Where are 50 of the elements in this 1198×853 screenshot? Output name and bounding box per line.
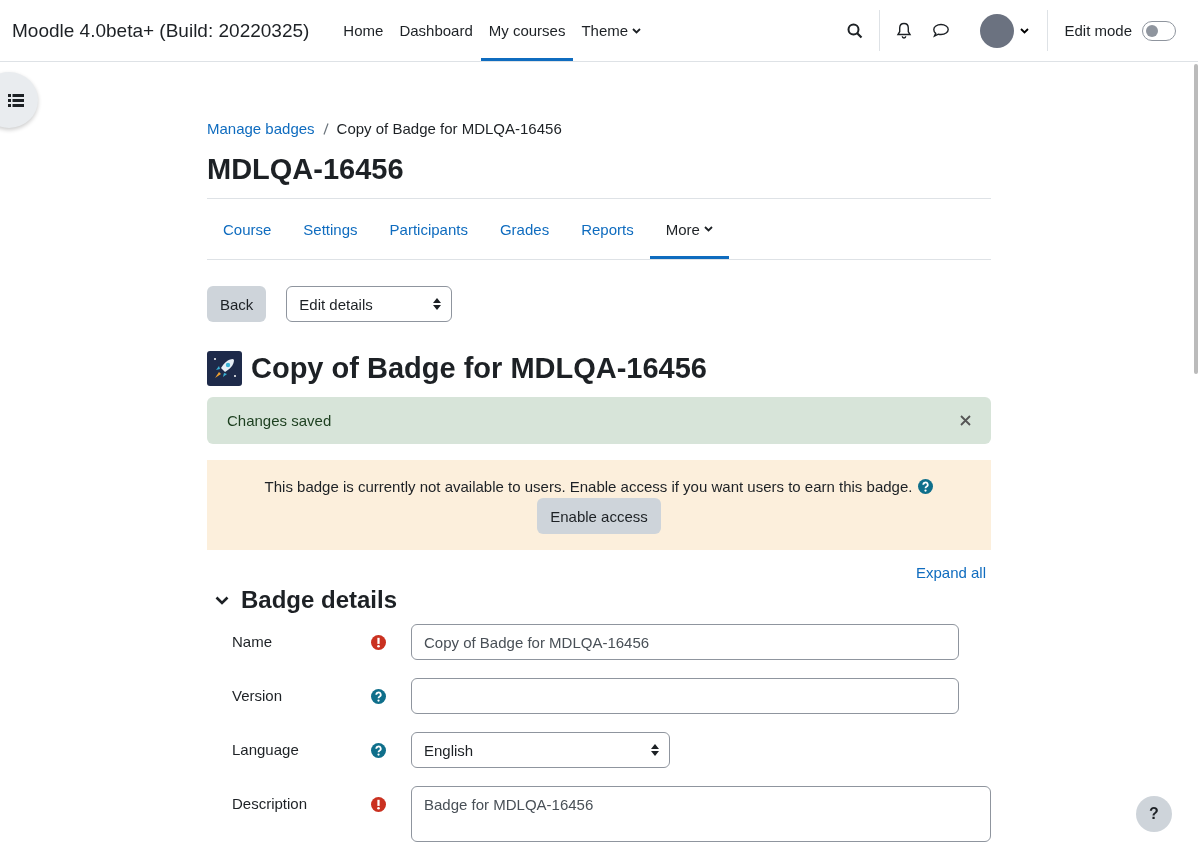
field-label: Name bbox=[232, 632, 273, 652]
text-field[interactable] bbox=[411, 678, 959, 714]
field-label: Description bbox=[232, 794, 309, 814]
action-select[interactable]: Edit details bbox=[286, 286, 453, 322]
back-button[interactable]: Back bbox=[207, 286, 267, 322]
expand-all-link[interactable]: Expand all bbox=[915, 564, 986, 581]
edit-mode-label: Edit mode bbox=[1064, 21, 1132, 41]
badge-title: Copy of Badge for MDLQA-16456 bbox=[251, 352, 707, 385]
enable-access-button[interactable]: Enable access bbox=[537, 498, 661, 534]
nav-link[interactable]: Dashboard bbox=[391, 0, 481, 61]
help-icon[interactable] bbox=[371, 742, 386, 758]
language-select[interactable]: English bbox=[411, 732, 670, 768]
nav-link[interactable]: My courses bbox=[480, 0, 574, 61]
caret-icon bbox=[1020, 27, 1030, 34]
close-icon[interactable] bbox=[960, 415, 971, 426]
caret-icon bbox=[703, 226, 713, 232]
secondary-nav-tab[interactable]: Reports bbox=[565, 199, 650, 259]
nav-link[interactable]: Theme bbox=[573, 0, 650, 61]
sort-arrows-icon bbox=[651, 744, 659, 756]
list-icon bbox=[8, 93, 24, 107]
scrollbar[interactable] bbox=[1194, 64, 1198, 374]
notice-text: This badge is currently not available to users. Enable access if you want users to earn this badge. bbox=[264, 478, 913, 495]
secondary-nav-tab[interactable]: Participants bbox=[373, 199, 484, 259]
help-button[interactable]: ? bbox=[1136, 796, 1172, 832]
description-field[interactable]: Badge for MDLQA-16456 bbox=[411, 786, 991, 842]
site-name: Moodle 4.0beta+ (Build: 20220325) bbox=[12, 18, 310, 43]
field-label: Language bbox=[232, 740, 300, 760]
rocket-badge-image bbox=[207, 351, 242, 386]
secondary-nav-tab[interactable]: Grades bbox=[483, 199, 566, 259]
sort-arrows-icon bbox=[433, 298, 442, 310]
help-icon[interactable] bbox=[371, 688, 386, 704]
breadcrumb-link[interactable]: Manage badges bbox=[207, 120, 315, 137]
help-icon[interactable] bbox=[918, 479, 934, 494]
caret-icon bbox=[632, 27, 642, 34]
field-label: Version bbox=[232, 686, 284, 706]
edit-mode-toggle[interactable] bbox=[1142, 20, 1176, 41]
secondary-nav-tab[interactable]: More bbox=[649, 199, 729, 259]
breadcrumb-current: Copy of Badge for MDLQA-16456 bbox=[336, 120, 562, 137]
text-field[interactable]: Copy of Badge for MDLQA-16456 bbox=[411, 624, 959, 660]
nav-link[interactable]: Home bbox=[335, 0, 392, 61]
course-title: MDLQA-16456 bbox=[207, 153, 405, 186]
avatar bbox=[980, 13, 1015, 48]
breadcrumb-separator-icon bbox=[322, 122, 329, 135]
section-title: Badge details bbox=[241, 586, 398, 614]
required-icon bbox=[371, 796, 386, 812]
required-icon bbox=[371, 634, 386, 650]
alert-text: Changes saved bbox=[227, 412, 332, 429]
chevron-icon[interactable] bbox=[215, 595, 229, 605]
secondary-nav-tab[interactable]: Settings bbox=[287, 199, 374, 259]
secondary-nav-tab[interactable]: Course bbox=[207, 199, 288, 259]
